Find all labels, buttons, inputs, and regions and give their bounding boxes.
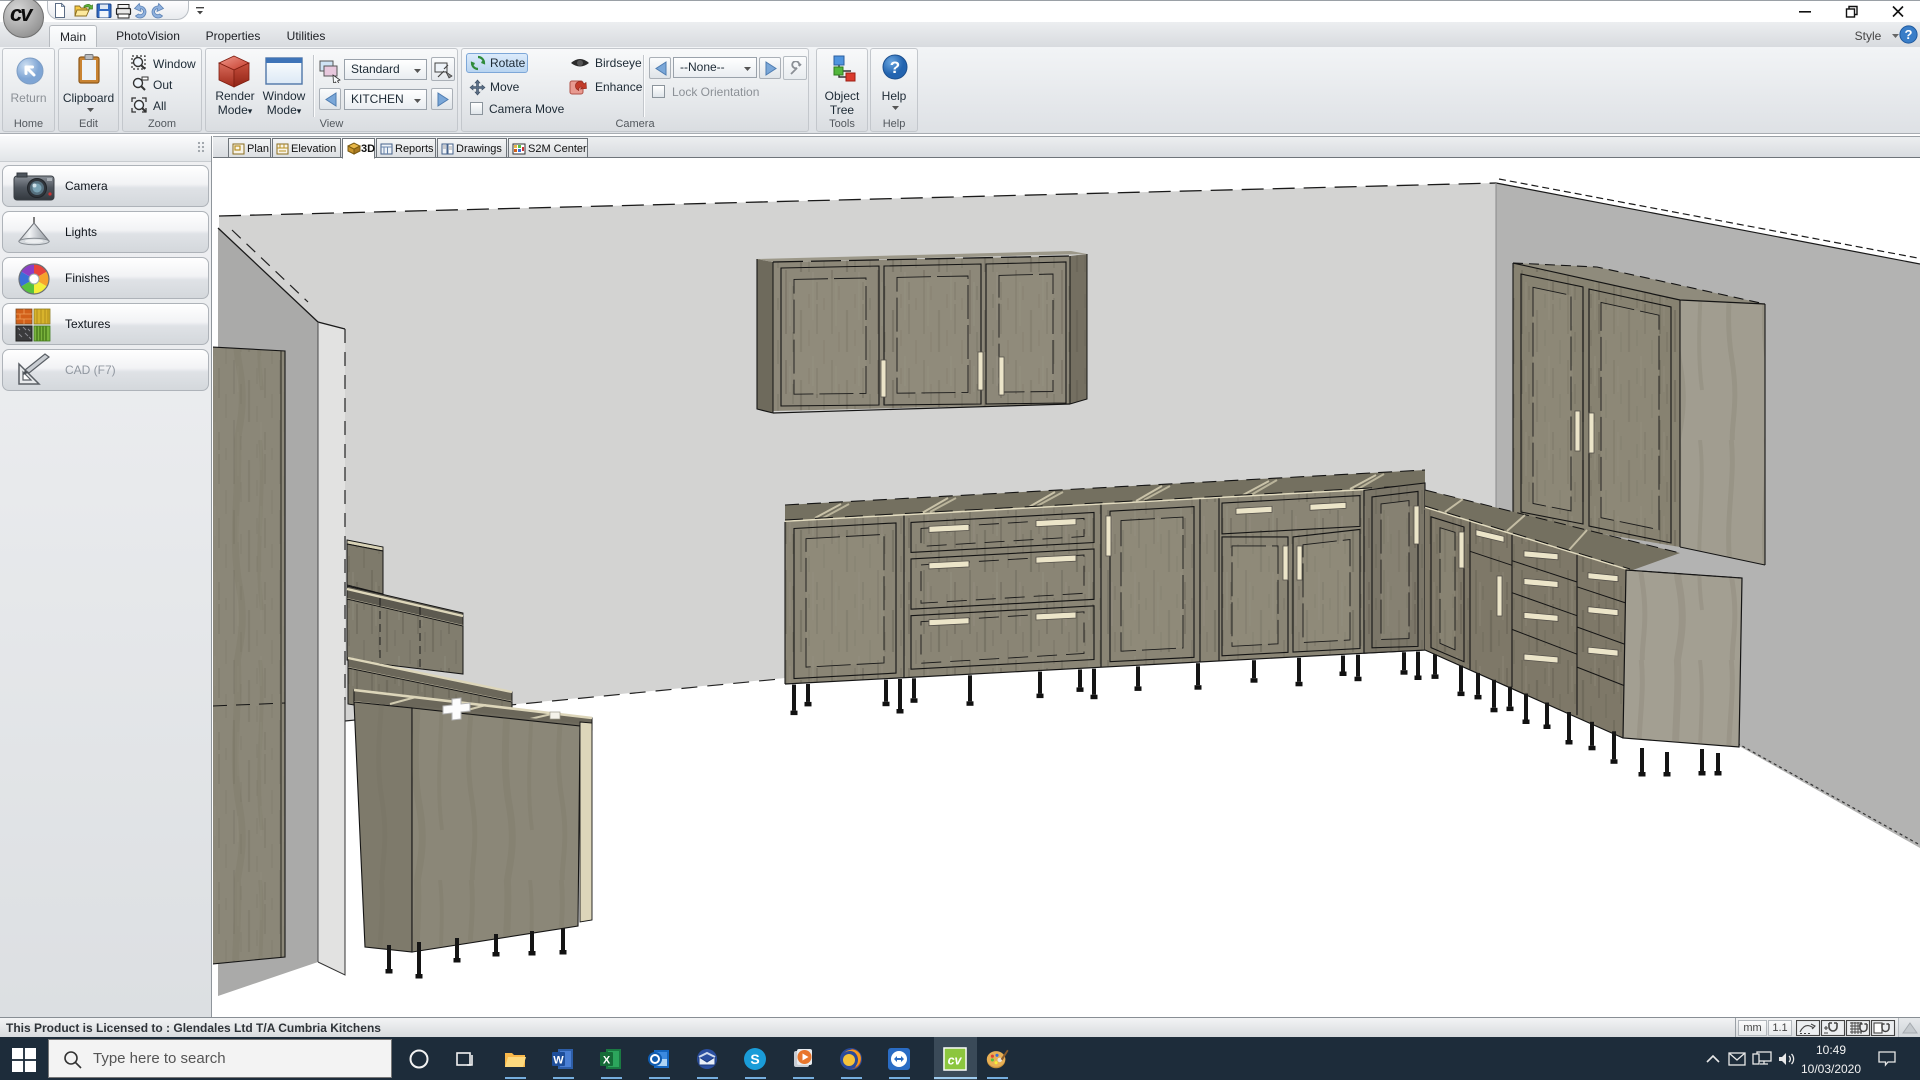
svg-text:?: ? [1905,27,1913,42]
svg-text:?: ? [890,58,900,77]
svg-text:cv: cv [948,1053,963,1067]
svg-text:X: X [603,1055,611,1067]
svg-text:W: W [553,1055,564,1067]
svg-text:S: S [750,1051,759,1067]
